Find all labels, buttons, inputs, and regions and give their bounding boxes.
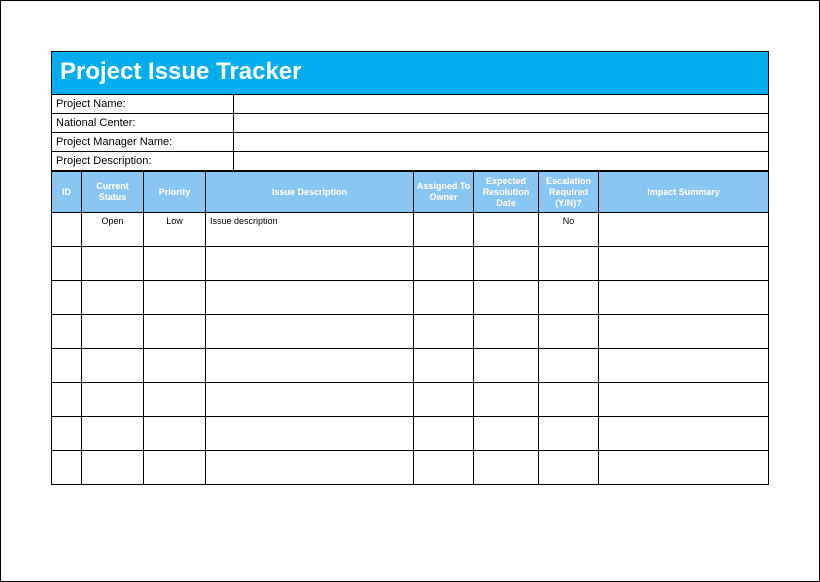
cell-impact[interactable] [599,281,769,315]
project-desc-value[interactable] [234,152,769,171]
issue-table: ID Current Status Priority Issue Descrip… [51,171,769,485]
cell-owner[interactable] [414,281,474,315]
cell-id[interactable] [52,213,82,247]
cell-owner[interactable] [414,213,474,247]
cell-desc[interactable]: Issue description [206,213,414,247]
table-row: Open Low Issue description No [52,213,769,247]
table-row [52,451,769,485]
cell-owner[interactable] [414,451,474,485]
issue-table-body: Open Low Issue description No [52,213,769,485]
table-row [52,247,769,281]
col-header-status: Current Status [82,172,144,213]
cell-desc[interactable] [206,383,414,417]
cell-impact[interactable] [599,417,769,451]
cell-date[interactable] [474,383,539,417]
cell-impact[interactable] [599,315,769,349]
project-meta-table: Project Name: National Center: Project M… [51,94,769,171]
cell-escalation[interactable] [539,451,599,485]
table-row [52,349,769,383]
cell-status[interactable] [82,315,144,349]
cell-status[interactable] [82,417,144,451]
cell-priority[interactable] [144,451,206,485]
cell-impact[interactable] [599,213,769,247]
pm-name-value[interactable] [234,133,769,152]
cell-status[interactable] [82,281,144,315]
cell-impact[interactable] [599,349,769,383]
cell-desc[interactable] [206,315,414,349]
pm-name-label: Project Manager Name: [52,133,234,152]
document-frame: Project Issue Tracker Project Name: Nati… [0,0,820,582]
meta-row-pm-name: Project Manager Name: [52,133,769,152]
col-header-impact: Impact Summary [599,172,769,213]
cell-date[interactable] [474,247,539,281]
cell-date[interactable] [474,315,539,349]
table-row [52,281,769,315]
cell-owner[interactable] [414,315,474,349]
table-row [52,315,769,349]
cell-id[interactable] [52,315,82,349]
cell-escalation[interactable] [539,315,599,349]
col-header-owner: Assigned To Owner [414,172,474,213]
cell-desc[interactable] [206,349,414,383]
cell-desc[interactable] [206,281,414,315]
col-header-desc: Issue Description [206,172,414,213]
meta-row-project-desc: Project Description: [52,152,769,171]
national-center-value[interactable] [234,114,769,133]
cell-date[interactable] [474,349,539,383]
cell-escalation[interactable] [539,383,599,417]
cell-priority[interactable] [144,281,206,315]
cell-owner[interactable] [414,383,474,417]
cell-owner[interactable] [414,349,474,383]
cell-priority[interactable] [144,417,206,451]
cell-status[interactable]: Open [82,213,144,247]
cell-id[interactable] [52,281,82,315]
col-header-id: ID [52,172,82,213]
cell-escalation[interactable] [539,281,599,315]
cell-priority[interactable] [144,247,206,281]
cell-priority[interactable] [144,383,206,417]
project-name-label: Project Name: [52,95,234,114]
table-row [52,383,769,417]
cell-desc[interactable] [206,417,414,451]
meta-row-national-center: National Center: [52,114,769,133]
cell-priority[interactable] [144,349,206,383]
cell-impact[interactable] [599,451,769,485]
cell-date[interactable] [474,417,539,451]
cell-desc[interactable] [206,247,414,281]
cell-id[interactable] [52,417,82,451]
col-header-date: Expected Resolution Date [474,172,539,213]
document-content: Project Issue Tracker Project Name: Nati… [51,51,769,485]
cell-escalation[interactable] [539,247,599,281]
cell-priority[interactable] [144,315,206,349]
cell-escalation[interactable]: No [539,213,599,247]
project-name-value[interactable] [234,95,769,114]
project-desc-label: Project Description: [52,152,234,171]
cell-status[interactable] [82,383,144,417]
cell-id[interactable] [52,247,82,281]
cell-priority[interactable]: Low [144,213,206,247]
cell-owner[interactable] [414,247,474,281]
cell-date[interactable] [474,213,539,247]
meta-row-project-name: Project Name: [52,95,769,114]
table-row [52,417,769,451]
cell-owner[interactable] [414,417,474,451]
cell-date[interactable] [474,451,539,485]
cell-impact[interactable] [599,247,769,281]
cell-escalation[interactable] [539,417,599,451]
page-title: Project Issue Tracker [51,51,769,94]
cell-desc[interactable] [206,451,414,485]
cell-id[interactable] [52,349,82,383]
cell-id[interactable] [52,451,82,485]
national-center-label: National Center: [52,114,234,133]
col-header-priority: Priority [144,172,206,213]
cell-status[interactable] [82,349,144,383]
cell-id[interactable] [52,383,82,417]
cell-status[interactable] [82,451,144,485]
cell-impact[interactable] [599,383,769,417]
issue-table-header: ID Current Status Priority Issue Descrip… [52,172,769,213]
col-header-escalation: Escalation Required (Y/N)? [539,172,599,213]
cell-date[interactable] [474,281,539,315]
cell-escalation[interactable] [539,349,599,383]
cell-status[interactable] [82,247,144,281]
